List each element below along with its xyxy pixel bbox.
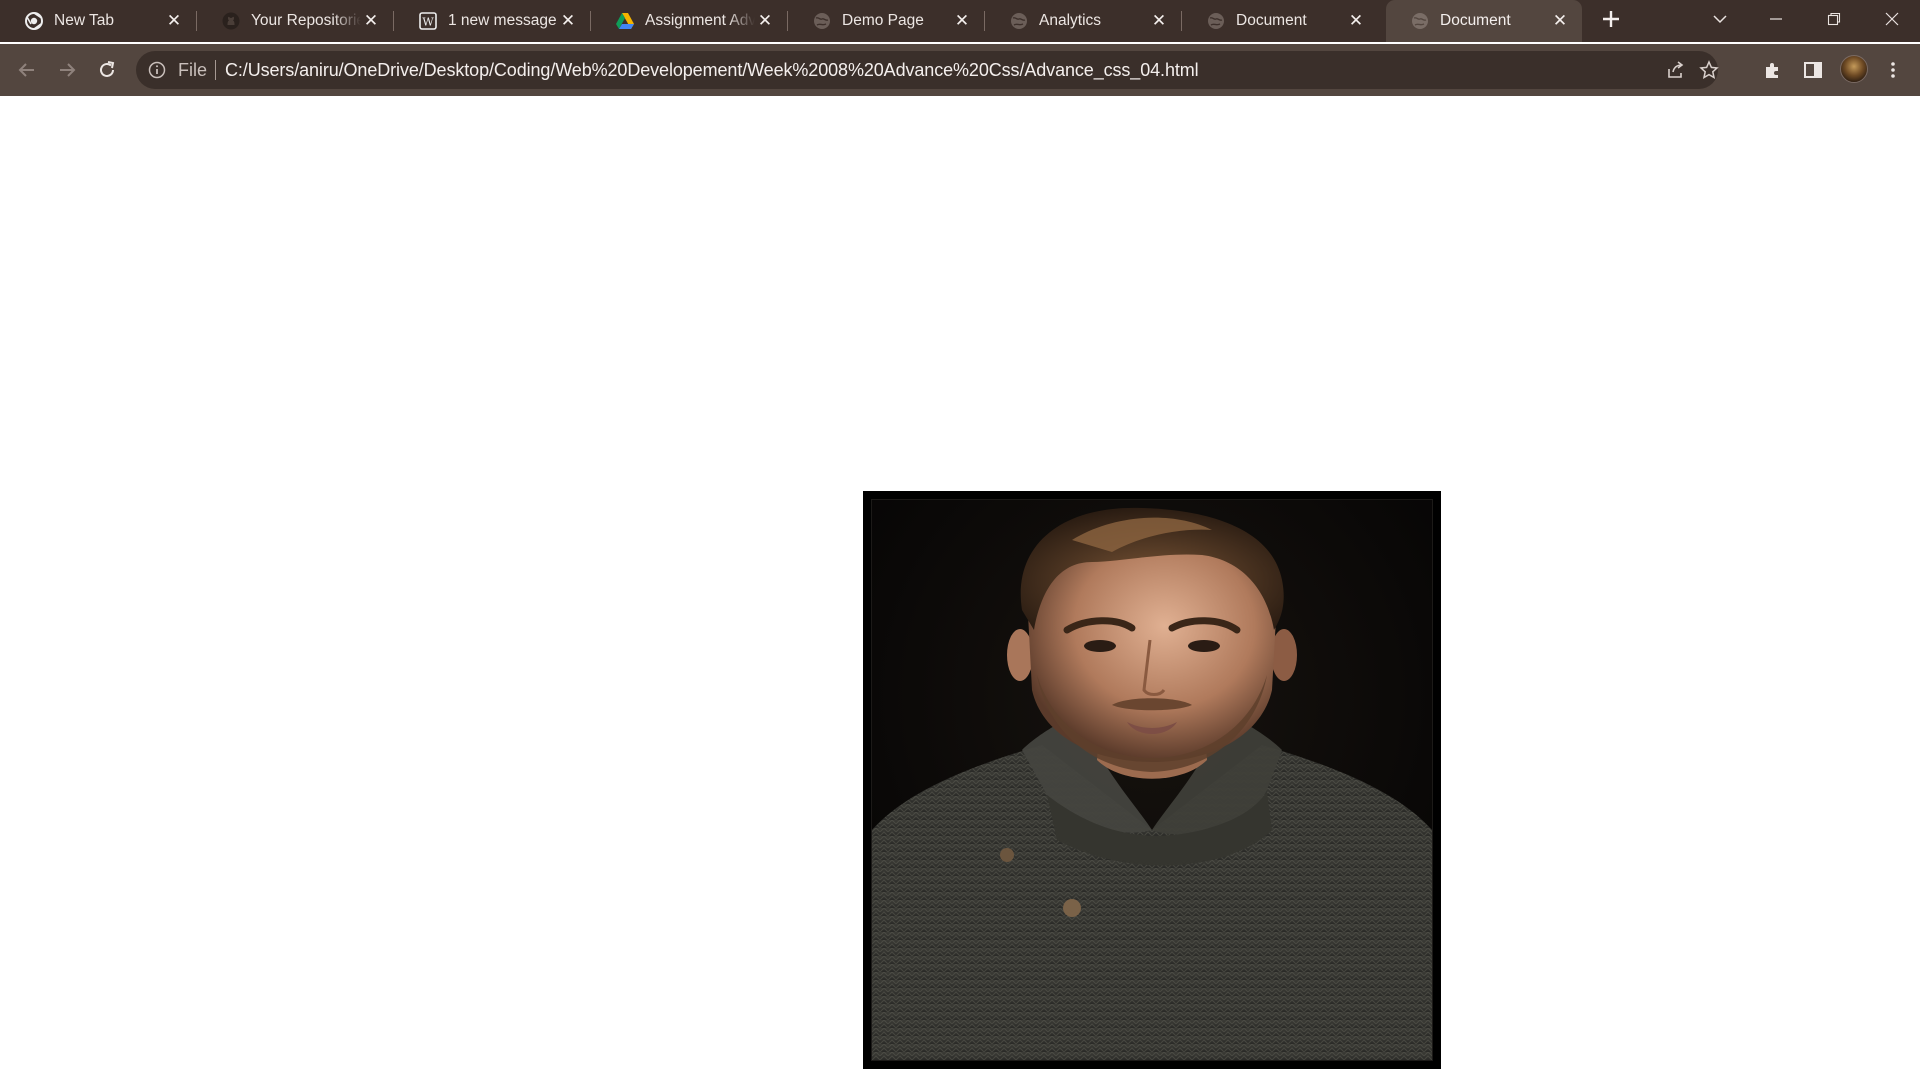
menu-button[interactable] bbox=[1879, 56, 1907, 84]
close-icon[interactable]: ✕ bbox=[1346, 11, 1366, 31]
puzzle-icon bbox=[1766, 63, 1778, 78]
tab-title: Analytics bbox=[1039, 12, 1102, 29]
new-tab-button[interactable] bbox=[1598, 8, 1624, 34]
minimize-button[interactable] bbox=[1748, 0, 1804, 38]
close-icon[interactable]: ✕ bbox=[1550, 11, 1570, 31]
extensions-button[interactable] bbox=[1759, 56, 1787, 84]
tab-assignment[interactable]: Assignment Adv ✕ bbox=[591, 0, 788, 42]
close-icon[interactable]: ✕ bbox=[952, 11, 972, 31]
close-icon[interactable]: ✕ bbox=[755, 11, 775, 31]
tab-your-repositories[interactable]: Your Repositories ✕ bbox=[197, 0, 394, 42]
chrome-icon bbox=[24, 11, 44, 31]
url-text[interactable]: C:/Users/aniru/OneDrive/Desktop/Coding/W… bbox=[225, 60, 1199, 81]
kebab-menu-icon bbox=[1891, 62, 1895, 78]
close-window-button[interactable] bbox=[1864, 0, 1920, 38]
portrait-illustration bbox=[872, 500, 1432, 1060]
share-icon[interactable] bbox=[1666, 60, 1686, 80]
side-panel-button[interactable] bbox=[1799, 56, 1827, 84]
close-icon bbox=[1885, 12, 1899, 26]
tab-title: Assignment Adv bbox=[645, 12, 755, 29]
github-icon bbox=[221, 11, 241, 31]
tab-demo-page[interactable]: Demo Page ✕ bbox=[788, 0, 985, 42]
close-icon[interactable]: ✕ bbox=[164, 11, 184, 31]
google-drive-icon bbox=[615, 11, 635, 31]
svg-text:W: W bbox=[422, 16, 434, 29]
tab-strip: New Tab ✕ Your Repositories ✕ W 1 new me… bbox=[0, 0, 1920, 42]
globe-icon bbox=[1410, 11, 1430, 31]
arrow-left-icon bbox=[18, 63, 34, 77]
tab-new-tab[interactable]: New Tab ✕ bbox=[0, 0, 197, 42]
globe-icon bbox=[812, 11, 832, 31]
reload-icon bbox=[100, 61, 115, 77]
close-icon[interactable]: ✕ bbox=[558, 11, 578, 31]
tab-document[interactable]: Document ✕ bbox=[1182, 0, 1378, 42]
globe-icon bbox=[1206, 11, 1226, 31]
restore-button[interactable] bbox=[1806, 0, 1862, 38]
forward-button[interactable] bbox=[53, 56, 81, 84]
omnibox-divider bbox=[215, 60, 216, 80]
back-button[interactable] bbox=[13, 56, 41, 84]
globe-icon bbox=[1009, 11, 1029, 31]
chevron-down-icon bbox=[1713, 15, 1727, 24]
tab-title: New Tab bbox=[54, 12, 115, 29]
tab-analytics[interactable]: Analytics ✕ bbox=[985, 0, 1182, 42]
plus-icon bbox=[1603, 11, 1619, 27]
close-icon[interactable]: ✕ bbox=[1149, 11, 1169, 31]
tab-title: Document bbox=[1440, 12, 1511, 29]
tab-new-message[interactable]: W 1 new message ✕ bbox=[394, 0, 591, 42]
scheme-label: File bbox=[178, 60, 208, 80]
wordpress-icon: W bbox=[418, 11, 438, 31]
restore-icon bbox=[1827, 12, 1841, 26]
minimize-icon bbox=[1770, 18, 1782, 20]
tab-title: Document bbox=[1236, 12, 1307, 29]
tab-title: Your Repositories bbox=[251, 12, 361, 29]
portrait-image-frame bbox=[863, 491, 1441, 1069]
avatar[interactable] bbox=[1840, 55, 1868, 83]
close-icon[interactable]: ✕ bbox=[361, 11, 381, 31]
info-icon[interactable] bbox=[148, 61, 166, 79]
address-bar[interactable]: File C:/Users/aniru/OneDrive/Desktop/Cod… bbox=[136, 51, 1719, 89]
arrow-right-icon bbox=[60, 63, 76, 77]
side-panel-icon bbox=[1804, 62, 1822, 78]
bookmark-star-icon[interactable] bbox=[1699, 60, 1719, 80]
tab-title: Demo Page bbox=[842, 12, 924, 29]
reload-button[interactable] bbox=[93, 56, 121, 84]
page-viewport bbox=[0, 96, 1920, 1078]
browser-toolbar: File C:/Users/aniru/OneDrive/Desktop/Cod… bbox=[0, 44, 1920, 96]
tab-title: 1 new message bbox=[448, 12, 557, 29]
portrait-image bbox=[871, 499, 1433, 1061]
tab-search-button[interactable] bbox=[1692, 0, 1748, 38]
tab-document-active[interactable]: Document ✕ bbox=[1386, 0, 1582, 42]
